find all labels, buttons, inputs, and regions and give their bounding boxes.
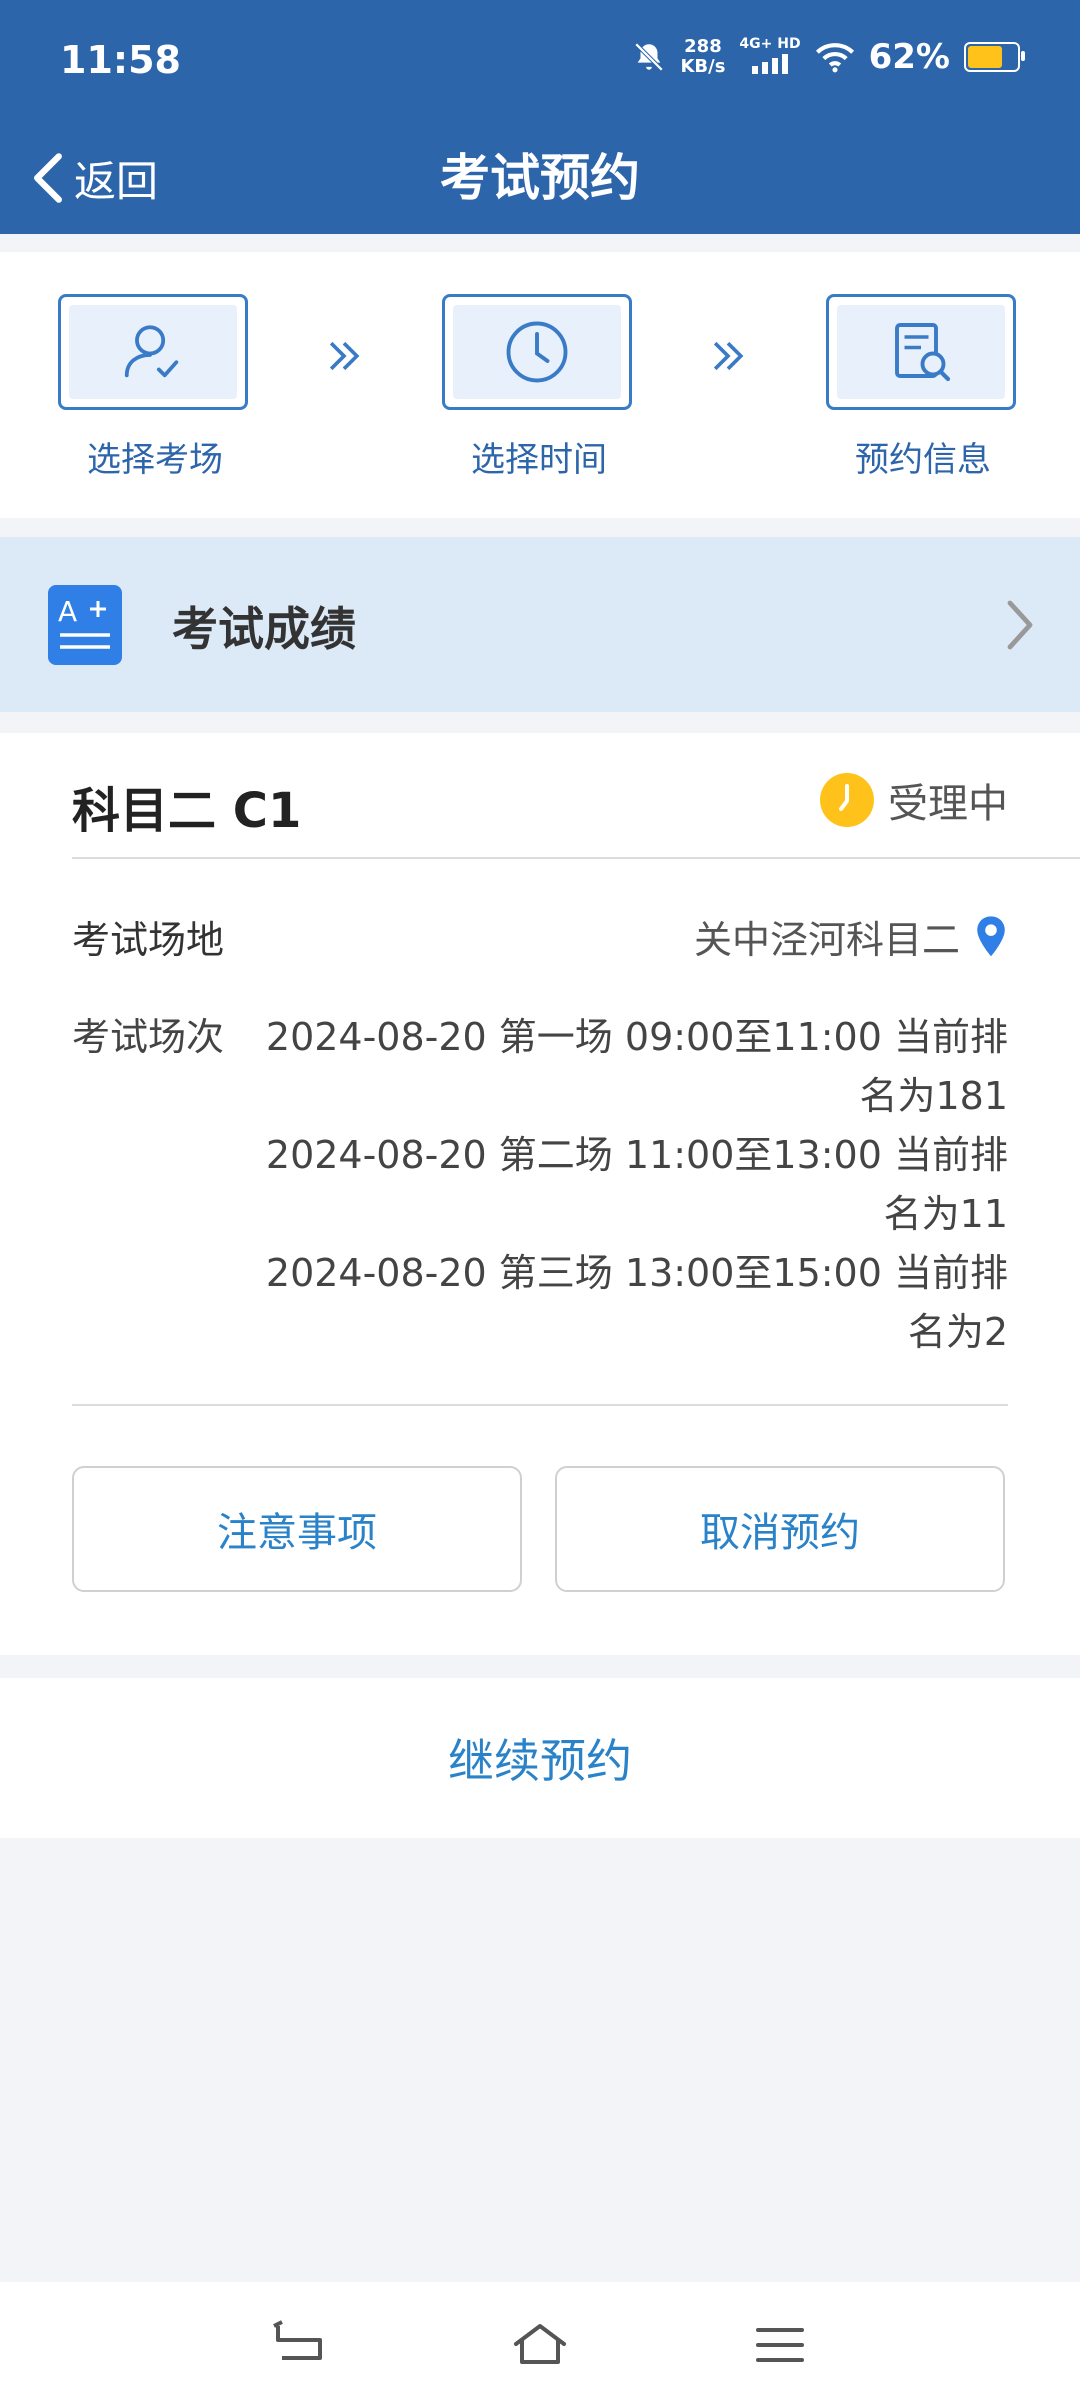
bell-muted-icon bbox=[635, 42, 664, 72]
session-item: 2024-08-20 第二场 11:00至13:00 当前排名为11 bbox=[265, 1133, 1008, 1236]
signal-icon bbox=[752, 54, 789, 74]
venue-name: 关中泾河科目二 bbox=[693, 918, 960, 962]
page-title: 考试预约 bbox=[440, 149, 640, 207]
notice-button[interactable]: 注意事项 bbox=[72, 1466, 522, 1592]
back-nav-icon[interactable] bbox=[270, 2320, 330, 2370]
grade-icon: A bbox=[48, 585, 122, 665]
session-item: 2024-08-20 第三场 13:00至15:00 当前排名为2 bbox=[265, 1251, 1008, 1354]
net-speed: 288 KB/s bbox=[680, 36, 726, 77]
step-label: 预约信息 bbox=[855, 440, 991, 480]
svg-text:A: A bbox=[58, 595, 77, 628]
step-booking-info[interactable]: 预约信息 bbox=[826, 294, 1020, 481]
status-bar: 11:58 288 KB/s 4G+ HD 62% bbox=[0, 0, 1080, 128]
booking-steps: 选择考场 选择时间 预约信息 bbox=[0, 252, 1080, 518]
divider bbox=[72, 1404, 1008, 1406]
sessions-block: 考试场次 2024-08-20 第一场 09:00至11:00 当前排名为181… bbox=[72, 1008, 1008, 1362]
step-select-time[interactable]: 选择时间 bbox=[442, 294, 636, 481]
continue-booking-button[interactable]: 继续预约 bbox=[0, 1678, 1080, 1838]
battery-icon bbox=[964, 42, 1025, 72]
exam-subject: 科目二 C1 bbox=[72, 783, 302, 839]
exam-score-entry[interactable]: A 考试成绩 bbox=[0, 537, 1080, 712]
booking-card: 科目二 C1 受理中 考试场地 关中泾河科目二 考试场次 2024-08-20 … bbox=[0, 733, 1080, 1655]
double-chevron-right-icon bbox=[322, 334, 366, 388]
sessions-label: 考试场次 bbox=[72, 1015, 225, 1059]
status-badge: 受理中 bbox=[820, 771, 1008, 829]
status-time: 11:58 bbox=[60, 38, 181, 82]
exam-score-label: 考试成绩 bbox=[172, 602, 356, 656]
home-nav-icon[interactable] bbox=[510, 2320, 570, 2370]
app-header: 11:58 288 KB/s 4G+ HD 62% 返回 考试预约 bbox=[0, 0, 1080, 234]
pending-clock-icon bbox=[820, 773, 874, 827]
network-type: 4G+ HD bbox=[739, 34, 801, 80]
sessions-list: 2024-08-20 第一场 09:00至11:00 当前排名为181 2024… bbox=[244, 1008, 1008, 1362]
menu-nav-icon[interactable] bbox=[750, 2320, 810, 2370]
chevron-right-icon bbox=[1007, 600, 1033, 650]
location-pin-icon bbox=[977, 915, 1005, 956]
nav-bar: 返回 考试预约 bbox=[0, 128, 1080, 234]
cancel-booking-button[interactable]: 取消预约 bbox=[555, 1466, 1005, 1592]
venue-label: 考试场地 bbox=[72, 918, 225, 962]
status-text: 受理中 bbox=[888, 781, 1008, 827]
double-chevron-right-icon bbox=[706, 334, 750, 388]
session-item: 2024-08-20 第一场 09:00至11:00 当前排名为181 bbox=[265, 1015, 1008, 1118]
user-check-icon bbox=[124, 325, 179, 378]
document-search-icon bbox=[895, 323, 951, 382]
battery-percent: 62% bbox=[868, 37, 950, 77]
status-icons: 288 KB/s 4G+ HD 62% bbox=[632, 34, 1025, 80]
wifi-icon bbox=[815, 43, 854, 73]
venue-value-link[interactable]: 关中泾河科目二 bbox=[694, 909, 1008, 964]
step-label: 选择考场 bbox=[87, 440, 223, 480]
step-label: 选择时间 bbox=[471, 440, 607, 480]
step-select-venue[interactable]: 选择考场 bbox=[58, 294, 252, 481]
divider bbox=[72, 857, 1080, 859]
clock-icon bbox=[506, 321, 568, 383]
system-nav-bar bbox=[0, 2282, 1080, 2408]
